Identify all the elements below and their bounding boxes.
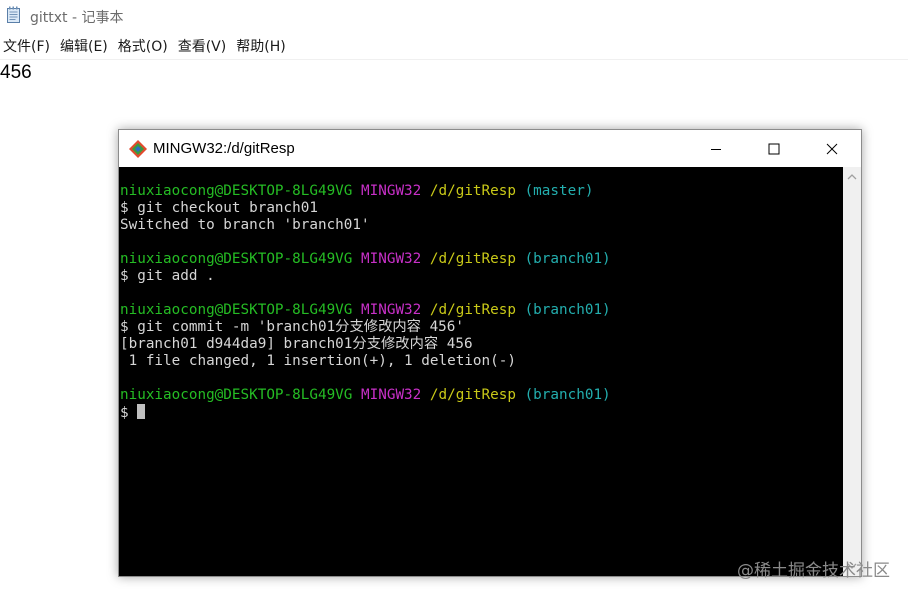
- scroll-up-arrow-icon[interactable]: [847, 173, 857, 181]
- menubar-divider: [0, 59, 908, 60]
- menu-view[interactable]: 查看(V): [175, 36, 234, 56]
- prompt-branch: (master): [524, 183, 594, 199]
- menu-file[interactable]: 文件(F): [0, 36, 57, 56]
- notepad-menubar: 文件(F) 编辑(E) 格式(O) 查看(V) 帮助(H): [0, 34, 908, 58]
- terminal-output-line: 1 file changed, 1 insertion(+), 1 deleti…: [120, 353, 611, 370]
- notepad-icon: [7, 6, 20, 23]
- maximize-button[interactable]: [745, 130, 803, 167]
- terminal-prompt-line: niuxiaocong@DESKTOP-8LG49VG MINGW32 /d/g…: [120, 251, 611, 268]
- prompt-env: MINGW32: [361, 387, 422, 403]
- prompt-env: MINGW32: [361, 302, 422, 318]
- terminal-line-text: $ git checkout branch01: [120, 200, 318, 216]
- terminal-line-text: Switched to branch 'branch01': [120, 217, 370, 233]
- terminal-input-line: $: [120, 404, 611, 421]
- terminal-output-line: $ git add .: [120, 268, 611, 285]
- terminal-title: MINGW32:/d/gitResp: [153, 140, 295, 157]
- terminal-scrollbar[interactable]: [843, 167, 861, 576]
- menu-format[interactable]: 格式(O): [115, 36, 175, 56]
- terminal-output-line: Switched to branch 'branch01': [120, 217, 611, 234]
- terminal-line-text: 1 file changed, 1 insertion(+), 1 deleti…: [120, 353, 516, 369]
- prompt-env: MINGW32: [361, 183, 422, 199]
- terminal-prompt-line: niuxiaocong@DESKTOP-8LG49VG MINGW32 /d/g…: [120, 183, 611, 200]
- close-button[interactable]: [803, 130, 861, 167]
- terminal-output-line: $ git checkout branch01: [120, 200, 611, 217]
- notepad-title: gittxt - 记事本: [30, 10, 124, 26]
- terminal-line-text: $: [120, 405, 138, 421]
- terminal-line-text: $ git commit -m 'branch01分支修改内容 456': [120, 319, 465, 335]
- prompt-user: niuxiaocong@DESKTOP-8LG49VG: [120, 302, 353, 318]
- prompt-path: /d/gitResp: [429, 302, 516, 318]
- menu-help[interactable]: 帮助(H): [233, 36, 292, 56]
- terminal-output[interactable]: niuxiaocong@DESKTOP-8LG49VG MINGW32 /d/g…: [119, 167, 843, 576]
- prompt-branch: (branch01): [524, 387, 611, 403]
- watermark: @稀土掘金技术社区: [737, 561, 890, 581]
- notepad-titlebar: gittxt - 记事本: [0, 0, 908, 32]
- minimize-button[interactable]: [687, 130, 745, 167]
- terminal-prompt-line: niuxiaocong@DESKTOP-8LG49VG MINGW32 /d/g…: [120, 302, 611, 319]
- prompt-path: /d/gitResp: [429, 387, 516, 403]
- prompt-branch: (branch01): [524, 302, 611, 318]
- prompt-user: niuxiaocong@DESKTOP-8LG49VG: [120, 251, 353, 267]
- menu-edit[interactable]: 编辑(E): [57, 36, 115, 56]
- minimize-icon: [711, 148, 721, 150]
- git-bash-icon: [129, 140, 147, 158]
- terminal-line-text: [branch01 d944da9] branch01分支修改内容 456: [120, 336, 473, 352]
- terminal-window[interactable]: MINGW32:/d/gitResp niuxiaocong@DESKTOP-8…: [118, 129, 862, 577]
- prompt-user: niuxiaocong@DESKTOP-8LG49VG: [120, 183, 353, 199]
- terminal-prompt-line: niuxiaocong@DESKTOP-8LG49VG MINGW32 /d/g…: [120, 387, 611, 404]
- maximize-icon: [768, 143, 780, 154]
- terminal-lines: niuxiaocong@DESKTOP-8LG49VG MINGW32 /d/g…: [120, 183, 611, 421]
- close-icon: [826, 143, 838, 154]
- prompt-branch: (branch01): [524, 251, 611, 267]
- terminal-line-text: $ git add .: [120, 268, 215, 284]
- prompt-user: niuxiaocong@DESKTOP-8LG49VG: [120, 387, 353, 403]
- terminal-output-line: $ git commit -m 'branch01分支修改内容 456': [120, 319, 611, 336]
- prompt-path: /d/gitResp: [429, 183, 516, 199]
- prompt-path: /d/gitResp: [429, 251, 516, 267]
- terminal-output-line: [branch01 d944da9] branch01分支修改内容 456: [120, 336, 611, 353]
- prompt-env: MINGW32: [361, 251, 422, 267]
- terminal-titlebar[interactable]: MINGW32:/d/gitResp: [119, 130, 861, 167]
- terminal-cursor: [137, 404, 146, 419]
- notepad-text-area[interactable]: 456: [0, 62, 32, 84]
